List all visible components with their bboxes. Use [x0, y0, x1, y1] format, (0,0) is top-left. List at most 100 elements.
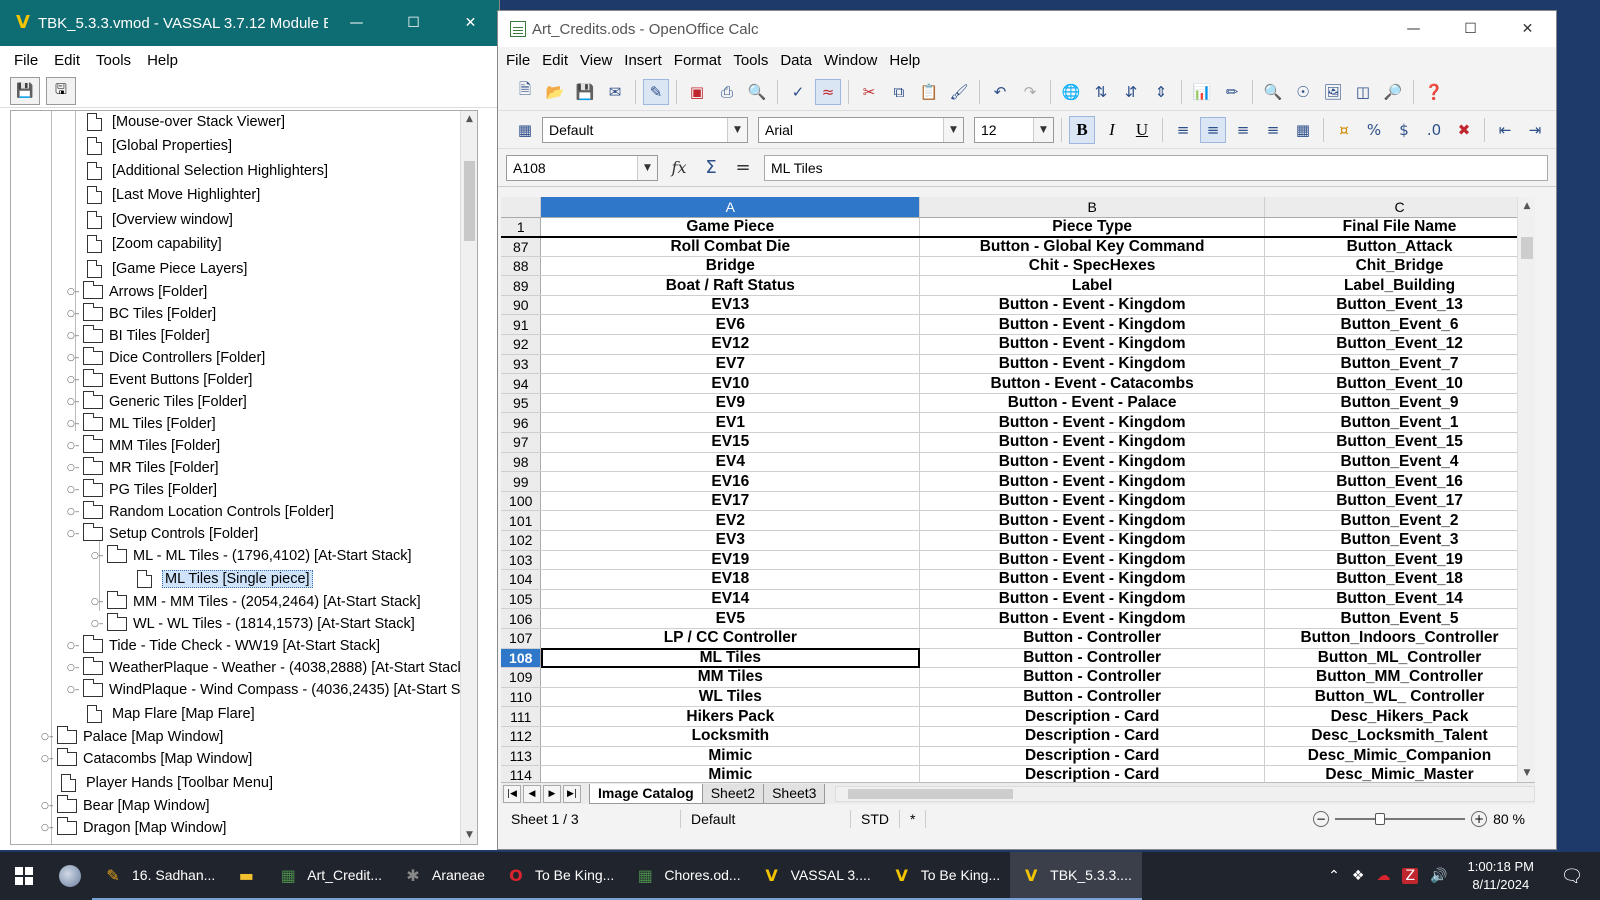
row-header[interactable]: 104	[501, 569, 542, 590]
expand-icon[interactable]: ○–	[67, 663, 79, 673]
row-header[interactable]: 107	[501, 628, 542, 649]
cell[interactable]: Button - Event - Kingdom	[919, 550, 1266, 571]
row-header[interactable]: 92	[501, 334, 542, 355]
tree-scrollbar[interactable]: ▲ ▼	[460, 111, 477, 844]
cell[interactable]: Button_ML_Controller	[1264, 648, 1535, 669]
merge-cells-icon[interactable]: ▦	[1290, 117, 1316, 143]
font-select[interactable]: Arial ▼	[758, 116, 964, 143]
save-icon[interactable]: 💾	[572, 79, 598, 105]
align-center-icon[interactable]: ≡	[1200, 116, 1226, 143]
row-header[interactable]: 96	[501, 412, 542, 434]
module-tree[interactable]: [Mouse-over Stack Viewer] [Global Proper…	[10, 110, 478, 845]
cell[interactable]: Button_Event_15	[1264, 432, 1535, 453]
scroll-down-icon[interactable]: ▼	[1518, 764, 1535, 782]
zoom-icon[interactable]: 🔎	[1380, 79, 1406, 105]
hyperlink-icon[interactable]: 🌐	[1058, 79, 1084, 105]
row-header[interactable]: 93	[501, 354, 542, 375]
cell[interactable]: EV6	[540, 314, 921, 336]
cell[interactable]: Button - Event - Catacombs	[919, 373, 1266, 394]
taskbar-item[interactable]: V VASSAL 3....	[750, 852, 881, 900]
spellcheck-icon[interactable]: ✓	[785, 79, 811, 105]
tree-node[interactable]: ○– Catacombs [Map Window]	[41, 748, 252, 770]
zoom-out-icon[interactable]: −	[1313, 811, 1330, 827]
cell[interactable]: EV3	[540, 530, 921, 551]
find-icon[interactable]: 🔍	[1260, 79, 1286, 105]
chevron-up-icon[interactable]: ⌃	[1328, 868, 1340, 884]
grid-vertical-scrollbar[interactable]: ▲ ▼	[1517, 197, 1535, 782]
row-header[interactable]: 102	[501, 530, 542, 551]
cell[interactable]: Button - Global Key Command	[919, 236, 1266, 257]
cell[interactable]: Button_Event_18	[1264, 569, 1535, 590]
cell[interactable]: EV4	[540, 452, 921, 473]
function-wizard-icon[interactable]: fx	[668, 158, 690, 177]
tree-node[interactable]: ○– BI Tiles [Folder]	[67, 325, 210, 347]
expand-icon[interactable]: ○–	[67, 507, 79, 517]
cell[interactable]: Button_Event_7	[1264, 354, 1535, 375]
row-header[interactable]: 106	[501, 608, 542, 629]
navigator-icon[interactable]: ☉	[1290, 79, 1316, 105]
tree-node[interactable]: ○– MM Tiles [Folder]	[67, 435, 220, 457]
cell[interactable]: Button_Indoors_Controller	[1264, 628, 1535, 649]
format-paintbrush-icon[interactable]: 🖌	[946, 79, 972, 105]
expand-icon[interactable]: ○–	[67, 685, 79, 695]
cell[interactable]: Button - Event - Kingdom	[919, 314, 1266, 336]
cell[interactable]: Button_Event_12	[1264, 334, 1535, 355]
spreadsheet-grid[interactable]: A B C 1 Game Piece Piece Type Final File…	[501, 197, 1535, 782]
tree-node[interactable]: [Last Move Highlighter]	[87, 184, 260, 206]
cell[interactable]: EV7	[540, 354, 921, 375]
row-header[interactable]: 89	[501, 275, 542, 296]
scroll-thumb[interactable]	[848, 788, 1014, 799]
cell[interactable]: Button - Controller	[919, 628, 1266, 649]
cell[interactable]: Desc_Mimic_Companion	[1264, 746, 1535, 767]
menu-data[interactable]: Data	[774, 52, 818, 69]
cell[interactable]: Button_Event_19	[1264, 550, 1535, 571]
sort-icon[interactable]: ⇕	[1148, 79, 1174, 105]
increase-indent-icon[interactable]: ⇥	[1522, 117, 1548, 143]
row-header[interactable]: 105	[501, 589, 542, 610]
new-doc-icon[interactable]: 🗎	[512, 79, 538, 105]
cell[interactable]: Roll Combat Die	[540, 236, 921, 257]
align-right-icon[interactable]: ≡	[1230, 117, 1256, 143]
tree-node[interactable]: ○– MM - MM Tiles - (2054,2464) [At-Start …	[91, 591, 421, 613]
sheet-tab-sheet2[interactable]: Sheet2	[701, 783, 765, 804]
cell[interactable]: EV18	[540, 569, 921, 590]
scroll-down-icon[interactable]: ▼	[461, 827, 477, 844]
taskbar-item[interactable]: ▦ Chores.od...	[624, 852, 751, 900]
grid-horizontal-scrollbar[interactable]	[835, 785, 1535, 802]
last-sheet-icon[interactable]: ▶|	[563, 784, 581, 803]
expand-icon[interactable]: ○–	[67, 353, 79, 363]
expand-icon[interactable]: ○–	[91, 619, 103, 629]
sort-ascending-icon[interactable]: ⇅	[1088, 79, 1114, 105]
expand-icon[interactable]: ○–	[67, 397, 79, 407]
taskbar-item[interactable]: ▦ Art_Credit...	[267, 852, 392, 900]
cell[interactable]: Button_WL_ Controller	[1264, 687, 1535, 708]
expand-icon[interactable]: ○–	[91, 597, 103, 607]
cell[interactable]: Button - Event - Kingdom	[919, 530, 1266, 551]
cell[interactable]: Piece Type	[919, 217, 1266, 238]
delete-decimal-icon[interactable]: ✖	[1451, 117, 1477, 143]
maximize-icon[interactable]: ☐	[385, 0, 442, 46]
styles-icon[interactable]: ▦	[512, 117, 538, 143]
data-sources-icon[interactable]: ◫	[1350, 79, 1376, 105]
menu-view[interactable]: View	[574, 52, 618, 69]
cloud-icon[interactable]: ☁	[1376, 868, 1390, 884]
cell[interactable]: Button_Event_13	[1264, 295, 1535, 316]
cell[interactable]: EV16	[540, 471, 921, 492]
cell[interactable]: ML Tiles	[540, 648, 921, 669]
cell[interactable]: Button_Event_17	[1264, 491, 1535, 512]
taskbar-item[interactable]: ▬	[225, 852, 268, 900]
cell[interactable]: Button_Event_3	[1264, 530, 1535, 551]
cell[interactable]: Button - Event - Kingdom	[919, 334, 1266, 355]
menu-tools[interactable]: Tools	[88, 52, 139, 69]
zoom-level[interactable]: 80 %	[1493, 811, 1525, 827]
expand-icon[interactable]: ○–	[67, 287, 79, 297]
collapse-icon[interactable]: ○–	[67, 529, 79, 539]
column-header-b[interactable]: B	[919, 197, 1266, 218]
cell[interactable]: Button - Event - Kingdom	[919, 510, 1266, 531]
row-header[interactable]: 101	[501, 510, 542, 531]
tree-node[interactable]: ○– Bear [Map Window]	[41, 795, 210, 817]
expand-icon[interactable]: ○–	[41, 801, 53, 811]
menu-file[interactable]: File	[500, 52, 536, 69]
redo-icon[interactable]: ↷	[1017, 79, 1043, 105]
save-icon[interactable]: 💾	[10, 76, 40, 105]
